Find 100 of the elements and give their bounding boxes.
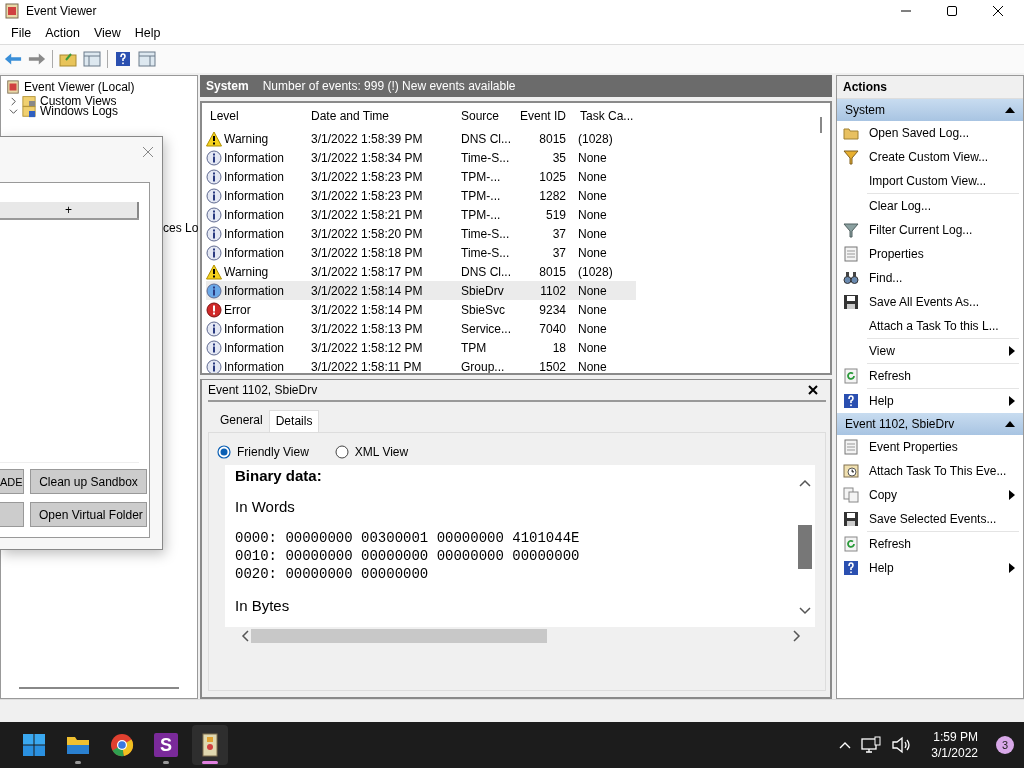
dialog-button[interactable]: ADE <box>0 469 24 494</box>
command-item[interactable]: Event Properties <box>869 440 1019 454</box>
column-header[interactable]: Level <box>206 109 307 123</box>
table-cell-text: SbieDrv <box>460 283 505 298</box>
radio-label[interactable]: XML View <box>354 445 409 459</box>
command-item[interactable]: Attach Task To This Eve... <box>869 464 1019 478</box>
table-row[interactable]: Information 3/1/2022 1:58:34 PM Time-S... 35 None <box>206 148 636 167</box>
window-title: Event Viewer <box>26 4 97 18</box>
command-item[interactable]: Clear Log... <box>869 199 1019 213</box>
table-row[interactable]: Information 3/1/2022 1:58:23 PM TPM-... 1025 None <box>206 167 636 186</box>
command-item[interactable]: Save Selected Events... <box>869 512 1019 526</box>
command-item[interactable]: Find... <box>869 271 1019 285</box>
table-cell-text: 519 <box>544 207 567 222</box>
command-item[interactable]: View <box>869 344 1009 358</box>
tab[interactable]: General <box>214 410 269 432</box>
chevron-right-icon[interactable] <box>9 96 18 106</box>
clock-date[interactable]: 3/1/2022 <box>931 745 978 761</box>
scroll-thumb[interactable] <box>251 629 547 643</box>
network-icon[interactable] <box>861 736 882 754</box>
clock-icon <box>843 463 859 479</box>
scroll-right-icon[interactable] <box>793 630 801 642</box>
command-item[interactable]: Filter Current Log... <box>869 223 1019 237</box>
table-cell: Information <box>224 359 285 373</box>
command-item[interactable]: Help <box>869 561 1009 575</box>
menu-item[interactable]: Action <box>38 26 87 40</box>
table-row[interactable]: Information 3/1/2022 1:58:18 PM Time-S... 37 None <box>206 243 636 262</box>
help-icon <box>843 560 859 576</box>
back-icon[interactable] <box>4 51 22 67</box>
radio-button[interactable] <box>217 445 231 459</box>
column-header[interactable]: Date and Time <box>307 109 457 123</box>
command-item[interactable]: Refresh <box>869 369 1019 383</box>
radio-label[interactable]: Friendly View <box>237 445 309 459</box>
tree-item[interactable]: Event Viewer (Local) <box>24 80 135 94</box>
table-row[interactable]: Information 3/1/2022 1:58:20 PM Time-S... 37 None <box>206 224 636 243</box>
dialog-button[interactable]: Clean up Sandbox <box>30 469 147 494</box>
table-cell-text: 8015 <box>538 264 567 279</box>
table-cell-text: TPM-... <box>460 188 502 203</box>
menu-item[interactable]: Help <box>127 26 168 40</box>
app-icon <box>4 3 20 19</box>
close-icon[interactable] <box>808 385 818 395</box>
scroll-up-icon[interactable] <box>799 479 811 487</box>
command-item[interactable]: Copy <box>869 488 1009 502</box>
table-row[interactable]: Warning 3/1/2022 1:58:39 PM DNS Cl... 8015 (1028) <box>206 129 636 148</box>
table-row[interactable]: Information 3/1/2022 1:58:12 PM TPM 18 None <box>206 338 636 357</box>
column-header[interactable]: + <box>0 202 139 218</box>
tab[interactable]: Details <box>268 410 320 432</box>
column-header[interactable]: Source <box>457 109 512 123</box>
table-cell-text: 3/1/2022 1:58:23 PM <box>310 188 424 203</box>
scroll-thumb[interactable] <box>19 687 179 689</box>
table-cell: Information <box>224 150 285 165</box>
info-icon <box>206 282 222 299</box>
command-item[interactable]: Create Custom View... <box>869 150 1019 164</box>
taskbar-button[interactable]: S <box>148 725 184 765</box>
column-header[interactable]: Event ID <box>512 109 576 123</box>
maximize-icon[interactable] <box>946 5 958 17</box>
scroll-down-icon[interactable] <box>799 607 811 615</box>
command-item[interactable]: Refresh <box>869 537 1019 551</box>
command-item[interactable]: Save All Events As... <box>869 295 1019 309</box>
command-item[interactable]: Attach a Task To this L... <box>869 319 1019 333</box>
taskbar-button[interactable] <box>192 725 228 765</box>
command-item[interactable]: Open Saved Log... <box>869 126 1019 140</box>
table-cell-text: DNS Cl... <box>460 264 512 279</box>
section-heading: Binary data: <box>235 467 323 484</box>
table-row[interactable]: Information 3/1/2022 1:58:14 PM SbieDrv 1102 None <box>206 281 636 300</box>
menu-item[interactable]: File <box>4 26 39 40</box>
group-header[interactable]: System <box>837 99 1023 121</box>
folder-icon[interactable] <box>59 51 77 67</box>
command-item[interactable]: Properties <box>869 247 1019 261</box>
table-row[interactable]: Error 3/1/2022 1:58:14 PM SbieSvc 9234 None <box>206 300 636 319</box>
menu-item[interactable]: View <box>86 26 128 40</box>
clock-time[interactable]: 1:59 PM <box>933 729 978 745</box>
collapse-icon[interactable] <box>1005 421 1015 427</box>
table-row[interactable]: Information 3/1/2022 1:58:21 PM TPM-... 519 None <box>206 205 636 224</box>
command-item[interactable]: Import Custom View... <box>869 174 1019 188</box>
forward-icon[interactable] <box>28 51 46 67</box>
notification-badge[interactable]: 3 <box>996 736 1014 754</box>
scroll-thumb[interactable] <box>820 117 822 133</box>
table-cell: Information <box>224 226 285 241</box>
chevron-down-icon[interactable] <box>9 106 18 116</box>
help-icon[interactable] <box>114 51 132 67</box>
column-header[interactable]: Task Ca... <box>576 109 636 123</box>
scroll-left-icon[interactable] <box>241 630 249 642</box>
tree-item[interactable]: ces Lo <box>163 221 199 235</box>
dialog-button[interactable]: Open Virtual Folder <box>30 502 147 527</box>
folder-icon <box>22 104 36 118</box>
table-row[interactable]: Warning 3/1/2022 1:58:17 PM DNS Cl... 8015 (1028) <box>206 262 636 281</box>
chevron-up-icon[interactable] <box>839 741 852 749</box>
speaker-icon[interactable] <box>891 736 912 754</box>
command-item[interactable]: Help <box>869 394 1009 408</box>
close-icon[interactable] <box>992 5 1004 17</box>
table-row[interactable]: Information 3/1/2022 1:58:11 PM Group... 1502 None <box>206 357 636 373</box>
collapse-icon[interactable] <box>1005 107 1015 113</box>
radio-button[interactable] <box>334 445 349 459</box>
table-row[interactable]: Information 3/1/2022 1:58:23 PM TPM-... 1282 None <box>206 186 636 205</box>
filter-icon <box>843 222 859 238</box>
scroll-thumb[interactable] <box>798 525 812 569</box>
table-cell: Information <box>224 169 285 184</box>
table-row[interactable]: Information 3/1/2022 1:58:13 PM Service... 7040 None <box>206 319 636 338</box>
group-header[interactable]: Event 1102, SbieDrv <box>837 413 1023 435</box>
table-cell: Information <box>224 321 285 336</box>
